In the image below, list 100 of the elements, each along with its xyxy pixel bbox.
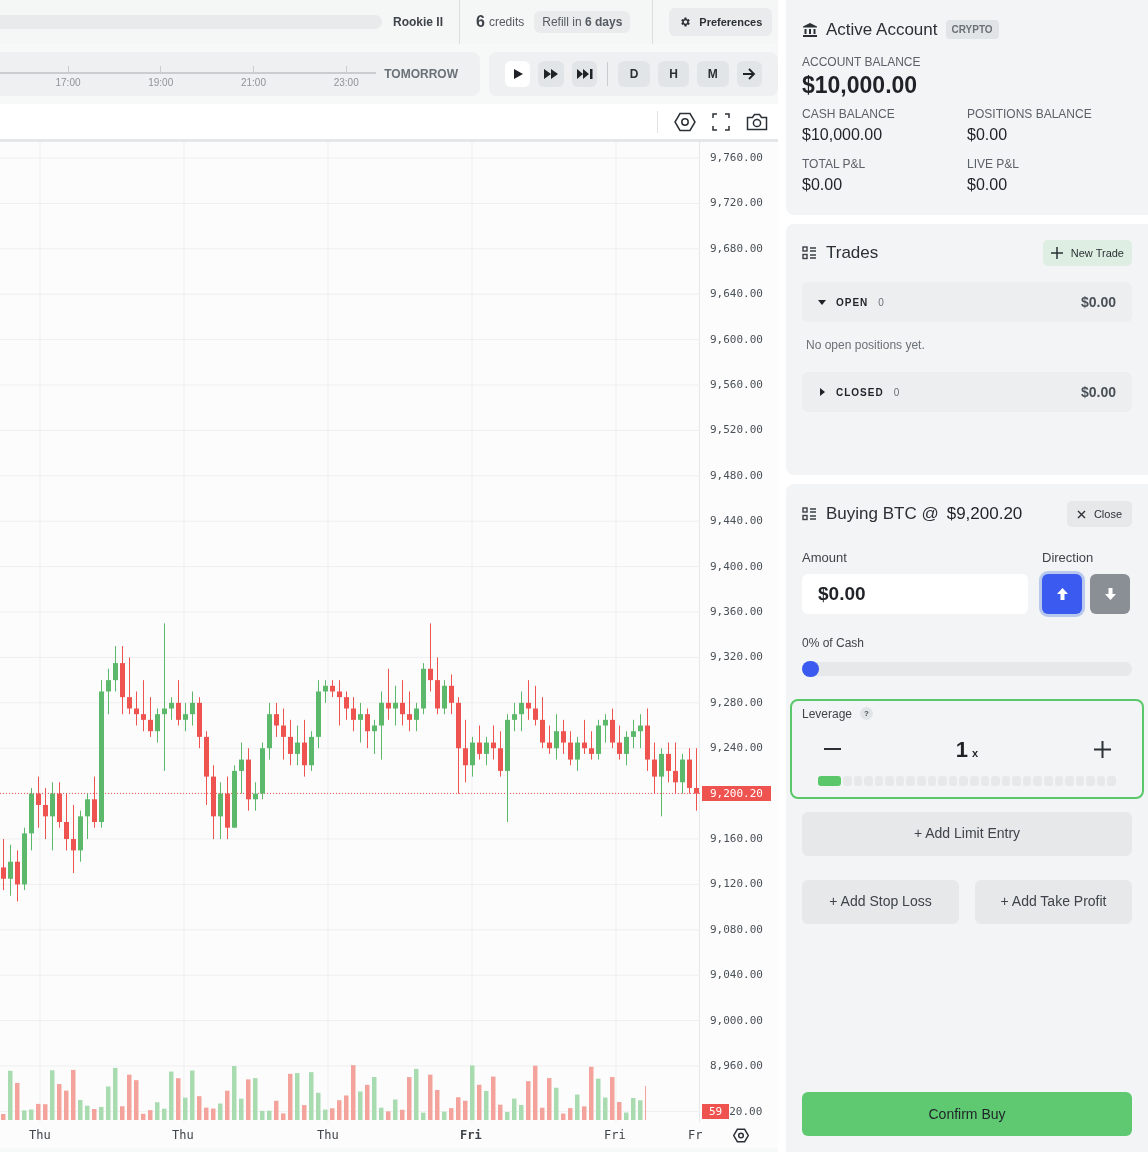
next-button[interactable] [736,61,762,87]
playback-button[interactable] [538,61,564,87]
candlestick [666,742,671,783]
candlestick [337,679,342,727]
candlestick [358,702,363,744]
candlestick [218,781,223,840]
price-axis-label: 9,480.00 [710,468,763,483]
refill-badge: Refill in 6 days [534,11,631,33]
candlestick [477,725,482,761]
price-axis-label: 9,040.00 [710,968,763,983]
candlestick [288,719,293,766]
candlestick [694,747,699,812]
close-icon [1076,509,1086,519]
help-badge[interactable]: ? [860,707,874,720]
direction-button[interactable] [1090,573,1130,614]
candlestick [470,736,475,778]
fast-forward-icon [543,68,560,80]
trade-group-header[interactable]: CLOSED 0 $0.00 [802,372,1132,412]
candlestick [540,696,545,749]
price-axis-label: 8,960.00 [710,1059,763,1074]
candlestick [344,690,349,721]
arrow-up-icon [1056,587,1068,600]
candlestick [610,708,615,749]
arrow-right-icon [742,68,757,80]
fullscreen-icon[interactable] [712,112,730,131]
candlestick [631,719,636,749]
timeline-tick-label: 21:00 [240,76,266,90]
account-title: Active Account [826,19,938,41]
direction-button[interactable] [1042,573,1082,614]
candlestick [407,690,412,732]
candlestick [393,685,398,727]
caret-down-icon [818,298,826,306]
timeline-end-label: TOMORROW [384,66,458,83]
candlestick [155,708,160,744]
candlestick [680,753,685,795]
playback-button[interactable] [505,61,531,87]
candlestick [295,725,300,766]
candlestick [190,690,195,727]
price-axis-label: 9,720.00 [710,196,763,211]
candlestick [239,742,244,795]
timeline-tick-label: 23:00 [333,76,359,90]
credits-count: 6 [476,12,485,32]
settings-icon[interactable] [674,111,696,132]
candlestick [414,702,419,732]
plus-icon [1050,247,1063,259]
interval-button[interactable]: M [697,61,729,87]
candlestick [8,844,13,897]
price-axis-label: 9,320.00 [710,650,763,665]
price-axis-label: 9,680.00 [710,241,763,256]
confirm-buy-button[interactable]: Confirm Buy [802,1092,1132,1136]
settings-icon[interactable] [733,1127,749,1143]
add-limit-entry-button[interactable]: + Add Limit Entry [802,811,1132,856]
amount-field[interactable]: $0.00 [802,573,1028,614]
candlestick [365,708,370,749]
account-type-badge: CRYPTO [945,20,999,40]
candlestick [386,668,391,721]
candlestick [512,702,517,732]
playback-button[interactable] [571,61,598,87]
price-axis-label: 9,360.00 [710,605,763,619]
skip-end-icon [575,68,594,80]
close-button[interactable]: Close [1066,501,1132,527]
time-axis-label: Fr [688,1127,703,1144]
candlestick [526,679,531,721]
slider-thumb[interactable] [802,660,819,677]
stat-label: LIVE P&L [967,155,1021,173]
candlestick [64,793,69,851]
interval-button[interactable]: D [618,61,650,87]
candlestick [484,736,489,766]
price-axis-label: 9,440.00 [710,514,763,529]
candlestick [183,702,188,732]
candlestick [379,690,384,761]
preferences-button[interactable]: Preferences [669,8,773,36]
increase-button[interactable] [1092,739,1112,759]
candlestick [519,690,524,732]
balance-value: $10,000.00 [802,70,919,99]
cash-slider[interactable] [802,661,1132,676]
caret-right-icon [818,388,826,396]
order-price: $9,200.20 [946,503,1023,526]
add-take-profit-button[interactable]: + Add Take Profit [975,879,1132,924]
candlestick [36,776,41,829]
interval-button[interactable]: H [657,61,690,87]
candlestick [400,679,405,727]
trade-group-header[interactable]: OPEN 0 $0.00 [802,282,1132,322]
candlestick [176,679,181,727]
camera-icon[interactable] [746,112,768,131]
leverage-track[interactable] [818,775,1116,786]
stat-label: POSITIONS BALANCE [967,105,1093,123]
trades-title: Trades [826,242,879,265]
trade-group-label: OPEN [836,295,869,310]
price-axis-label: 9,120.00 [710,877,763,892]
leverage-unit: x [972,745,979,761]
direction-label: Direction [1042,549,1095,567]
leverage-label: Leverage [802,705,853,723]
candlestick [449,673,454,715]
new-trade-button[interactable]: New Trade [1042,240,1132,266]
candlestick [85,793,90,840]
price-axis-label: 9,600.00 [710,332,763,347]
add-stop-loss-button[interactable]: + Add Stop Loss [802,879,959,924]
stat-value: $10,000.00 [802,124,884,145]
candlestick [589,730,594,761]
